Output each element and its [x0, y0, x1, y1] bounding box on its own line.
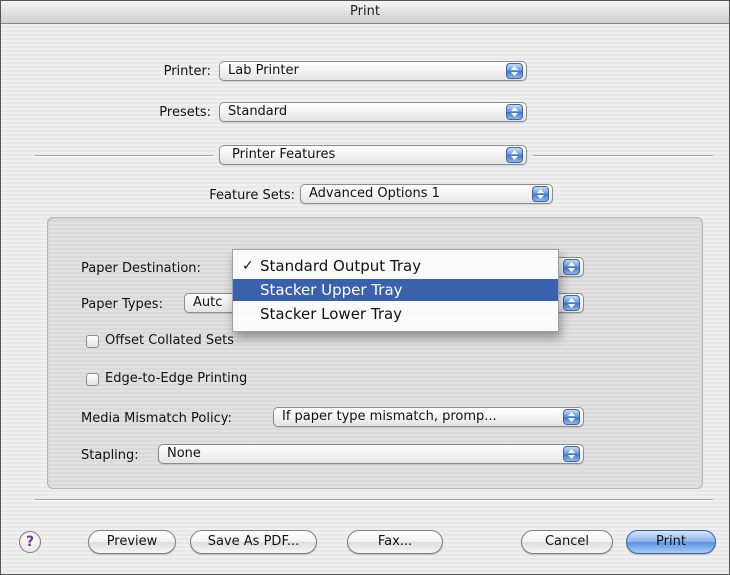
- popup-arrows-icon: [563, 409, 580, 425]
- media-mismatch-value: If paper type mismatch, promp...: [282, 409, 497, 424]
- popup-arrows-icon: [563, 259, 580, 275]
- window-title: Print: [1, 1, 729, 24]
- printer-label: Printer:: [163, 64, 211, 79]
- fax-button[interactable]: Fax...: [347, 530, 443, 554]
- offset-collated-checkbox[interactable]: [86, 335, 99, 348]
- menu-item-label: Stacker Lower Tray: [260, 305, 403, 323]
- popup-arrows-icon: [563, 446, 580, 462]
- bottom-separator: [34, 499, 713, 501]
- popup-arrows-icon: [563, 295, 580, 311]
- cancel-button[interactable]: Cancel: [521, 530, 613, 554]
- presets-value: Standard: [228, 104, 288, 119]
- feature-sets-popup[interactable]: Advanced Options 1: [300, 184, 553, 204]
- stapling-label: Stapling:: [81, 448, 139, 463]
- separator-right: [533, 155, 713, 157]
- popup-arrows-icon: [532, 186, 549, 202]
- help-button[interactable]: ?: [19, 531, 41, 553]
- feature-sets-label: Feature Sets:: [209, 188, 295, 203]
- stapling-popup[interactable]: None: [158, 444, 584, 464]
- media-mismatch-popup[interactable]: If paper type mismatch, promp...: [273, 407, 584, 427]
- pane-value: Printer Features: [232, 147, 336, 162]
- menu-item-standard-output-tray[interactable]: ✓ Standard Output Tray: [233, 255, 558, 277]
- popup-arrows-icon: [506, 63, 523, 79]
- paper-destination-menu: ✓ Standard Output Tray Stacker Upper Tra…: [232, 249, 559, 332]
- menu-item-stacker-upper-tray[interactable]: Stacker Upper Tray: [233, 279, 558, 301]
- checkmark-icon: ✓: [242, 258, 254, 274]
- stapling-value: None: [167, 446, 201, 461]
- popup-arrows-icon: [506, 104, 523, 120]
- pane-popup[interactable]: Printer Features: [219, 145, 527, 165]
- printer-popup[interactable]: Lab Printer: [219, 61, 527, 81]
- popup-arrows-icon: [506, 147, 523, 163]
- menu-item-label: Stacker Upper Tray: [260, 281, 403, 299]
- save-as-pdf-button[interactable]: Save As PDF...: [190, 530, 317, 554]
- separator-left: [34, 155, 214, 157]
- printer-value: Lab Printer: [228, 63, 299, 78]
- edge-to-edge-label: Edge-to-Edge Printing: [105, 371, 248, 386]
- preview-button[interactable]: Preview: [88, 530, 176, 554]
- print-button[interactable]: Print: [626, 530, 716, 554]
- paper-destination-label: Paper Destination:: [81, 261, 201, 276]
- feature-sets-value: Advanced Options 1: [309, 186, 440, 201]
- paper-types-label: Paper Types:: [81, 297, 163, 312]
- offset-collated-label: Offset Collated Sets: [105, 333, 235, 348]
- paper-types-value: Autc: [193, 295, 223, 310]
- media-mismatch-label: Media Mismatch Policy:: [81, 411, 232, 426]
- menu-item-stacker-lower-tray[interactable]: Stacker Lower Tray: [233, 303, 558, 325]
- presets-label: Presets:: [159, 105, 211, 120]
- menu-item-label: Standard Output Tray: [260, 257, 422, 275]
- presets-popup[interactable]: Standard: [219, 102, 527, 122]
- print-dialog: Print Printer: Lab Printer Presets: Stan…: [0, 0, 730, 575]
- edge-to-edge-checkbox[interactable]: [86, 373, 99, 386]
